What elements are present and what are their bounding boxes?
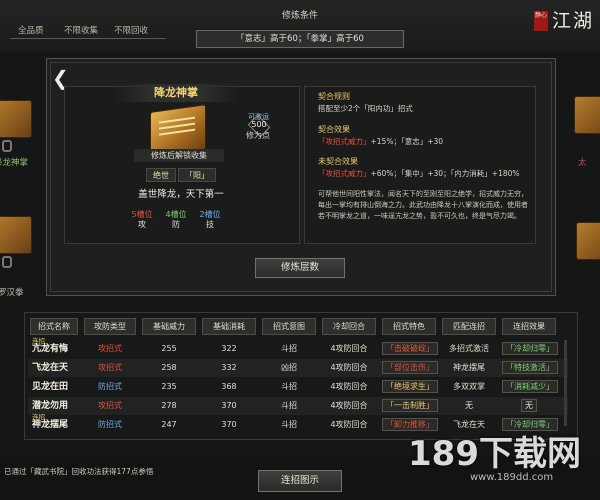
element-tag: 「阳」 [178,168,216,182]
cell-cost: 332 [221,363,237,372]
cell-intent: 斗招 [281,401,297,410]
attack-slots: 5槽位 攻 [131,210,153,229]
cell-cd: 4攻防回合 [330,420,368,429]
cell-power: 278 [161,401,177,410]
lock-icon [2,140,12,152]
cell-name: 见龙在田 [32,382,69,392]
cell-power: 255 [161,344,177,353]
side-book-icon[interactable] [574,96,600,134]
tier-tag: 绝世 [146,168,176,182]
cell-effect: 「冷却归零」 [502,340,558,358]
lock-icon [2,256,12,268]
table-row[interactable]: 飞龙在天 攻招式 258 332 凶招 4攻防回合 「部位击伤」 神龙摆尾 「特技激活」 [28,359,568,377]
filter-recycle[interactable]: 不限回收 [114,24,148,36]
cell-feature: 「部位击伤」 [382,359,438,377]
miss-text: 「攻招式威力」+60%；「集中」+30；「内力消耗」+180% [318,169,520,178]
defense-slots: 4槽位 防 [165,210,187,229]
cell-type: 攻招式 [98,401,122,410]
table-row[interactable]: 潜龙勿用 攻招式 278 370 斗招 4攻防回合 「一击制胜」无无 [28,397,568,415]
filter-collect[interactable]: 不限收集 [64,24,98,36]
combo-diagram-button[interactable]: 连招图示 [258,470,342,492]
practice-level-button[interactable]: 修炼层数 [255,258,345,278]
filter-quality[interactable]: 全品质 [18,24,44,36]
side-book-icon[interactable] [576,222,600,260]
table-header: 攻防类型 [84,318,136,335]
table-header: 匹配连招 [442,318,496,335]
cell-power: 235 [161,382,177,391]
table-header: 冷却回合 [322,318,376,335]
cell-power: 247 [161,420,177,429]
side-book-label: 太 [578,158,587,168]
cell-combo: 神龙摆尾 [453,363,485,372]
cell-cd: 4攻防回合 [330,401,368,410]
cell-cost: 322 [221,344,237,353]
rule-title: 契合规则 [318,92,350,101]
technique-slots: 2槽位 技 [199,210,221,229]
cell-feature: 「击破破绽」 [382,340,438,358]
unlock-tip: 修炼后解锁收集 [134,149,224,162]
table-scrollbar[interactable] [564,340,567,426]
skill-motto: 盖世降龙，天下第一 [138,189,224,200]
cell-cd: 4攻防回合 [330,382,368,391]
watermark-url: www.189dd.com [470,472,554,483]
skill-name: 降龙神掌 [114,84,238,102]
watermark-text: 189下载网 [408,434,581,474]
cell-feature: 「一击制胜」 [382,397,438,415]
cell-name: 亢龙有悔 [32,344,69,354]
cell-intent: 斗招 [281,382,297,391]
skill-description: 可帮他世间阳性掌法，闻名天下的至刚至阳之绝学，招式威力无穷，每出一掌均有排山倒海… [318,190,528,220]
cell-cost: 370 [221,420,237,429]
cell-power: 258 [161,363,177,372]
table-header: 基础消耗 [202,318,256,335]
cell-cost: 368 [221,382,237,391]
cell-cost: 370 [221,401,237,410]
cell-type: 攻招式 [98,363,122,372]
cell-name: 飞龙在天 [32,363,69,373]
cell-effect: 无 [502,397,556,415]
brand-seal: 静心 [534,11,548,31]
cell-cd: 4攻防回合 [330,363,368,372]
cell-effect: 「消耗减少」 [502,378,558,396]
side-book-icon[interactable] [0,216,32,254]
table-header: 招式特色 [382,318,436,335]
cell-type: 防招式 [98,382,122,391]
table-header: 基础威力 [142,318,196,335]
side-book-label: 罗汉拳 [0,288,24,298]
cell-combo: 多招式激活 [449,344,489,353]
cell-combo: 多双双掌 [453,382,485,391]
condition-title: 修炼条件 [281,11,318,21]
table-row[interactable]: 见龙在田 防招式 235 368 斗招 4攻防回合 「绝境求生」 多双双掌 「消耗减少」 [28,378,568,396]
cell-intent: 凶招 [281,363,297,372]
cell-feature: 「绝境求生」 [382,378,438,396]
cell-effect: 「特技激活」 [502,359,558,377]
table-row[interactable]: 连招 亢龙有悔 攻招式 255 322 斗招 4攻防回合 「击破破绽」 多招式激活 「冷却归零」 [28,337,568,358]
cell-intent: 斗招 [281,420,297,429]
points-text: 修为点 [246,131,270,140]
table-header: 招式意图 [262,318,316,335]
miss-title: 未契合效果 [318,157,358,166]
cell-type: 攻招式 [98,344,122,353]
side-book-label: 降龙神掌 [0,158,29,168]
recycle-log: 已通过「藏武书院」回收功法获得177点参悟 [4,467,154,476]
cell-type: 防招式 [98,420,122,429]
cell-cd: 4攻防回合 [330,344,368,353]
brand-title: 江湖 [552,10,595,32]
cell-combo: 无 [465,401,473,410]
effect-title: 契合效果 [318,125,350,134]
rule-text: 搭配至少2个「阳内功」招式 [318,104,413,113]
filter-underline [106,38,166,39]
points-value: 500 [251,120,267,129]
cell-name: 神龙摆尾 [32,420,69,430]
table-header: 招式名称 [30,318,78,335]
side-book-icon[interactable] [0,100,32,138]
table-header: 连招效果 [502,318,556,335]
cell-intent: 斗招 [281,344,297,353]
condition-requirement: 「意志」高于60；「拳掌」高于60 [196,30,404,48]
effect-text: 「攻招式威力」+15%；「意志」+30 [318,137,444,146]
